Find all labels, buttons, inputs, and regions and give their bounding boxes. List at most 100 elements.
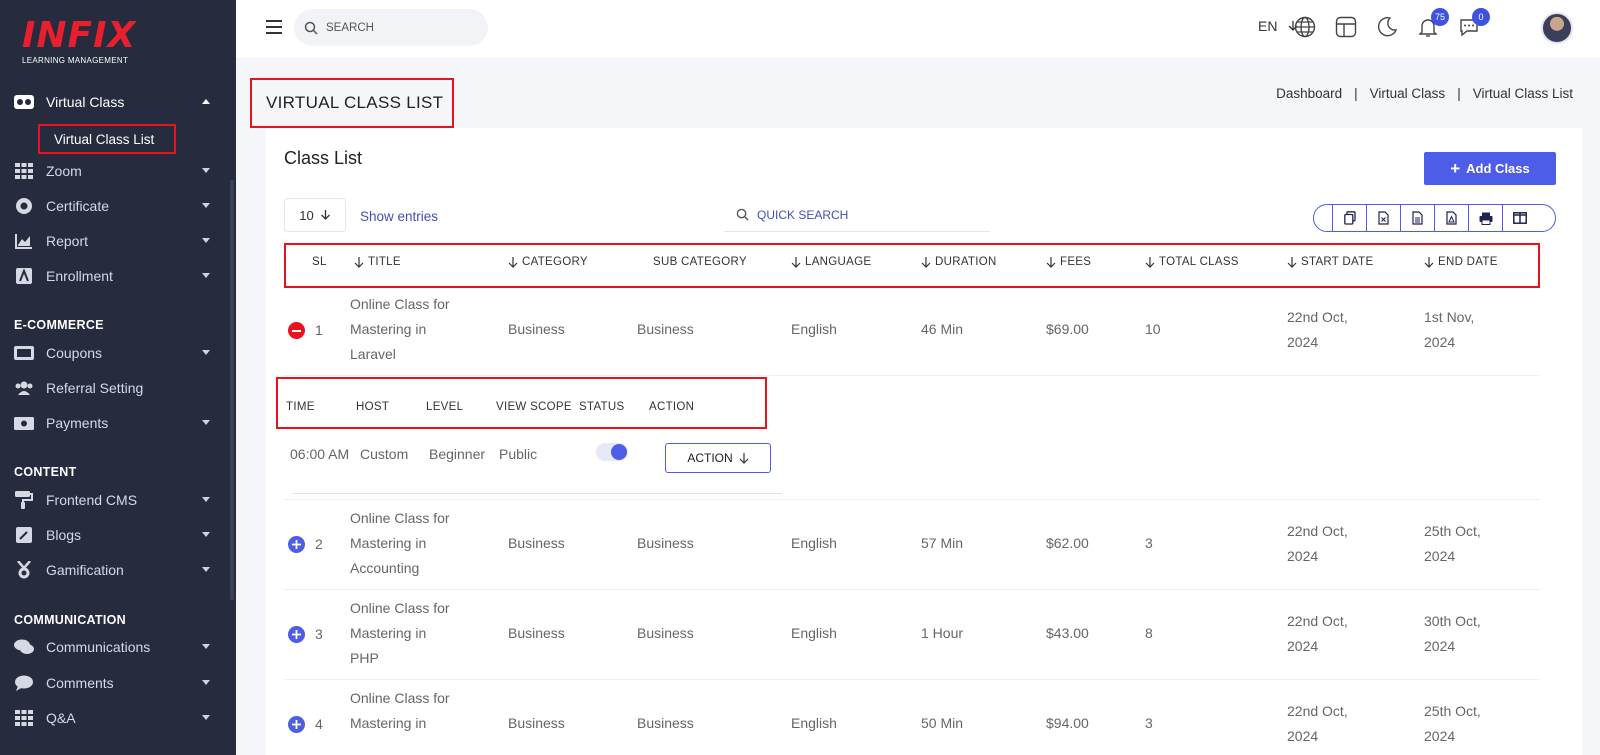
row-duration: 50 Min (921, 715, 964, 731)
bell-icon[interactable]: 75 (1417, 8, 1449, 40)
column-header-duration[interactable]: DURATION (921, 256, 997, 268)
sidebar-item-zoom[interactable]: Zoom (0, 156, 232, 186)
plus-icon (292, 720, 301, 729)
search-input[interactable] (326, 21, 476, 34)
column-header-category[interactable]: CATEGORY (508, 256, 588, 268)
child-level: Beginner (429, 446, 486, 462)
sidebar-subitem-virtual-class-list[interactable]: Virtual Class List (38, 124, 176, 154)
row-fees: $62.00 (1046, 535, 1089, 551)
sidebar-item-comments[interactable]: Comments (0, 668, 232, 698)
sidebar-item-certificate[interactable]: Certificate (0, 191, 232, 221)
expand-row-button[interactable] (288, 716, 305, 733)
sidebar-item-referral-setting[interactable]: Referral Setting (0, 373, 232, 403)
date-line: 1st Nov, (1424, 309, 1475, 325)
row-fees: $69.00 (1046, 321, 1089, 337)
quick-search[interactable] (724, 198, 990, 232)
pdf-button[interactable] (1434, 205, 1468, 231)
sort-arrow-icon (1287, 257, 1297, 268)
edit-icon (14, 526, 34, 544)
row-total-class: 8 (1145, 625, 1153, 641)
logo[interactable]: INFIX LEARNING MANAGEMENT (22, 15, 137, 66)
excel-button[interactable] (1366, 205, 1400, 231)
sidebar-item-report[interactable]: Report (0, 226, 232, 256)
sidebar-item-blogs[interactable]: Blogs (0, 520, 232, 550)
globe-icon[interactable] (1294, 16, 1318, 40)
chevron-down-icon (202, 567, 210, 572)
columns-button[interactable] (1502, 205, 1536, 231)
column-header-total-class[interactable]: TOTAL CLASS (1145, 256, 1239, 268)
title-line: Mastering in (350, 625, 427, 641)
action-dropdown-button[interactable]: ACTION (665, 443, 771, 473)
title-line: Online Class for (350, 510, 450, 526)
sidebar-item-frontend-cms[interactable]: Frontend CMS (0, 485, 232, 515)
sidebar-item-gamification[interactable]: Gamification (0, 555, 232, 585)
quick-search-input[interactable] (757, 207, 912, 222)
sort-arrow-icon (791, 257, 801, 268)
print-button[interactable] (1468, 205, 1502, 231)
title-line: PHP (350, 650, 379, 666)
column-header-end-date[interactable]: END DATE (1424, 256, 1498, 268)
expand-row-button[interactable] (288, 626, 305, 643)
copy-button[interactable] (1332, 205, 1366, 231)
page-title: VIRTUAL CLASS LIST (250, 78, 454, 128)
csv-icon (1412, 211, 1423, 225)
row-sl: 3 (315, 626, 323, 642)
columns-icon (1512, 212, 1527, 224)
add-class-button[interactable]: + Add Class (1424, 152, 1556, 185)
column-header-start-date[interactable]: START DATE (1287, 256, 1373, 268)
date-line: 22nd Oct, (1287, 613, 1348, 629)
date-line: 2024 (1424, 638, 1456, 654)
expand-row-button[interactable] (288, 536, 305, 553)
row-divider (284, 679, 1540, 680)
column-header-fees[interactable]: FEES (1046, 256, 1091, 268)
breadcrumb-item-dashboard[interactable]: Dashboard (1276, 86, 1342, 101)
row-divider (284, 589, 1540, 590)
collapse-row-button[interactable] (288, 322, 305, 339)
row-title: Online Class for Mastering in PHP (350, 596, 450, 671)
sidebar-item-label: Q&A (46, 710, 76, 726)
status-toggle[interactable] (596, 443, 628, 461)
sidebar-item-coupons[interactable]: Coupons (0, 338, 232, 368)
chevron-down-icon (202, 680, 210, 685)
plus-icon (292, 540, 301, 549)
logo-text: INFIX (22, 15, 137, 56)
sidebar-item-communications[interactable]: Communications (0, 632, 232, 662)
column-header-label: CATEGORY (522, 256, 588, 268)
column-header-language[interactable]: LANGUAGE (791, 256, 871, 268)
entries-value: 10 (299, 207, 314, 223)
sidebar-item-virtual-class[interactable]: Virtual Class (0, 87, 232, 117)
chevron-down-icon (202, 532, 210, 537)
grid-icon (14, 162, 34, 180)
card-title: Class List (284, 148, 363, 168)
breadcrumb-item-virtual-class-list[interactable]: Virtual Class List (1473, 86, 1573, 101)
date-line: 22nd Oct, (1287, 309, 1348, 325)
date-line: 2024 (1287, 334, 1319, 350)
entries-select[interactable]: 10 (284, 198, 346, 232)
column-header-sl[interactable]: SL (312, 256, 327, 268)
search-box[interactable] (294, 9, 488, 46)
row-sub-category: Business (637, 535, 694, 551)
chevron-up-icon (202, 99, 210, 104)
chat-icon[interactable]: 0 (1458, 8, 1490, 40)
row-sl: 4 (315, 716, 323, 732)
csv-button[interactable] (1400, 205, 1434, 231)
column-header-sub-category[interactable]: SUB CATEGORY (653, 256, 747, 268)
sidebar-item-label: Coupons (46, 345, 103, 361)
topbar: EN 75 0 (236, 0, 1600, 57)
column-header-label: END DATE (1438, 256, 1498, 268)
sidebar-item-qa[interactable]: Q&A (0, 703, 232, 733)
moon-icon[interactable] (1376, 16, 1400, 40)
sidebar-item-enrollment[interactable]: Enrollment (0, 261, 232, 291)
sidebar-item-payments[interactable]: Payments (0, 408, 232, 438)
plus-icon (292, 630, 301, 639)
menu-toggle-icon[interactable] (266, 20, 282, 34)
column-header-title[interactable]: TITLE (354, 256, 401, 268)
breadcrumb-item-virtual-class[interactable]: Virtual Class (1370, 86, 1446, 101)
user-avatar[interactable] (1541, 12, 1573, 44)
child-header-time: TIME (286, 401, 315, 413)
date-line: 2024 (1287, 548, 1319, 564)
chevron-down-icon (202, 497, 210, 502)
class-list-card: Class List + Add Class 10 Show entries Q… (266, 128, 1582, 755)
layout-icon[interactable] (1335, 16, 1359, 40)
row-title: Online Class for Mastering in Accounting (350, 506, 450, 581)
